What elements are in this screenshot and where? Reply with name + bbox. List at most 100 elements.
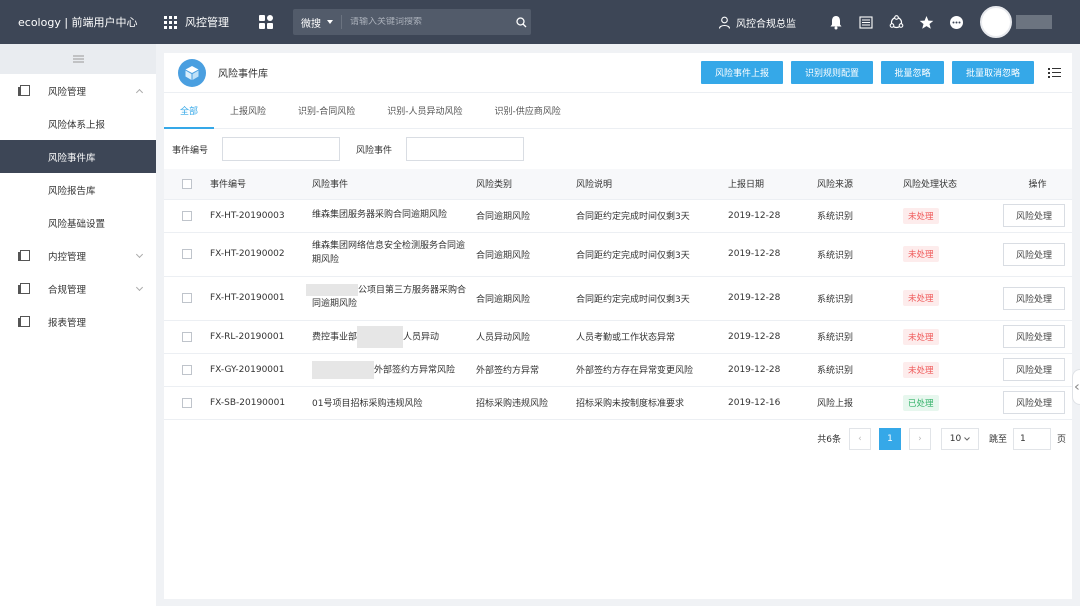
risk-event-table: 事件编号 风险事件 风险类别 风险说明 上报日期 风险来源 风险处理状态 操作 …: [164, 169, 1072, 420]
sidebar-item-risk-event-library[interactable]: 风险事件库: [0, 140, 156, 173]
event-source: 系统识别: [817, 232, 903, 277]
row-checkbox[interactable]: [182, 293, 192, 303]
event-no-label: 事件编号: [172, 145, 209, 156]
list-box-icon[interactable]: [858, 14, 874, 30]
page-size-select[interactable]: 10: [940, 427, 979, 450]
search-scope-label: 微搜: [301, 18, 321, 30]
handle-risk-button[interactable]: 风险处理: [1003, 286, 1065, 310]
event-category: 合同逾期风险: [476, 199, 576, 233]
event-date: 2019-12-28: [728, 276, 817, 321]
module-menu-button[interactable]: 风控管理: [164, 14, 229, 30]
sidebar-collapse-button[interactable]: [0, 44, 156, 74]
search-icon[interactable]: [511, 16, 531, 28]
column-header: 风险处理状态: [903, 169, 1003, 200]
event-date: 2019-12-28: [728, 232, 817, 277]
batch-unignore-button[interactable]: 批量取消忽略: [952, 61, 1034, 84]
rule-config-button[interactable]: 识别规则配置: [791, 61, 873, 84]
event-no-input[interactable]: [222, 137, 341, 161]
batch-ignore-button[interactable]: 批量忽略: [881, 61, 944, 84]
goto-page-input[interactable]: 1: [1012, 427, 1051, 450]
tab-contract-risk[interactable]: 识别-合同风险: [282, 92, 371, 128]
row-checkbox[interactable]: [182, 210, 192, 221]
sidebar-group-internal-control[interactable]: 内控管理: [0, 239, 156, 272]
main-panel: 风险事件库 风险事件上报 识别规则配置 批量忽略 批量取消忽略 全部 上报风险 …: [164, 53, 1072, 599]
page-title: 风险事件库: [218, 69, 268, 80]
event-name: 维森集团网络信息安全检测服务合同逾期风险: [312, 232, 476, 277]
sidebar-group-label: 风险管理: [48, 86, 87, 98]
event-no: FX-SB-20190001: [210, 386, 312, 420]
star-icon[interactable]: [918, 14, 934, 30]
goto-label: 跳至: [988, 435, 1007, 445]
list-menu-icon[interactable]: [1048, 66, 1062, 80]
handle-risk-button[interactable]: 风险处理: [1003, 358, 1065, 381]
chat-icon[interactable]: [948, 14, 964, 30]
handle-risk-button[interactable]: 风险处理: [1003, 242, 1065, 266]
event-desc: 外部签约方存在异常变更风险: [576, 353, 728, 387]
row-checkbox[interactable]: [182, 331, 192, 342]
event-source: 风险上报: [817, 386, 903, 420]
bell-icon[interactable]: [828, 14, 844, 30]
event-date: 2019-12-16: [728, 386, 817, 420]
event-name: 公项目第三方服务器采购合同逾期风险: [306, 276, 476, 321]
sidebar-item-risk-report-library[interactable]: 风险报告库: [0, 173, 156, 206]
table-row: FX-GY-20190001 外部签约方异常风险 外部签约方异常 外部签约方存在…: [164, 353, 1072, 387]
row-checkbox[interactable]: [182, 364, 192, 375]
table-row: FX-HT-20190003 维森集团服务器采购合同逾期风险 合同逾期风险 合同…: [164, 199, 1072, 233]
redacted-text: [306, 283, 358, 296]
handle-risk-button[interactable]: 风险处理: [1003, 391, 1065, 414]
handle-risk-button[interactable]: 风险处理: [1003, 325, 1065, 348]
table-row: FX-HT-20190002 维森集团网络信息安全检测服务合同逾期风险 合同逾期…: [164, 232, 1072, 277]
pagination: 共6条 ‹ 1 › 10 跳至 1 页: [164, 420, 1072, 458]
tab-reported-risk[interactable]: 上报风险: [214, 92, 282, 128]
event-desc: 人员考勤或工作状态异常: [576, 320, 728, 354]
document-icon: [18, 316, 30, 327]
event-category: 合同逾期风险: [476, 276, 576, 321]
event-name: 外部签约方异常风险: [312, 353, 476, 387]
status-badge: 未处理: [903, 328, 939, 345]
brand-title[interactable]: ecology | 前端用户中心: [0, 14, 156, 30]
avatar: [980, 6, 1012, 38]
event-no: FX-HT-20190002: [210, 232, 312, 277]
event-date: 2019-12-28: [728, 199, 817, 233]
cube-icon: [178, 58, 206, 87]
sidebar-group-compliance[interactable]: 合规管理: [0, 272, 156, 305]
event-category: 招标采购违规风险: [476, 386, 576, 420]
sidebar-item-risk-basic-settings[interactable]: 风险基础设置: [0, 206, 156, 239]
user-icon: [718, 16, 731, 29]
user-role-button[interactable]: 风控合规总监: [718, 15, 796, 30]
select-all-checkbox[interactable]: [182, 178, 192, 189]
report-risk-event-button[interactable]: 风险事件上报: [701, 61, 783, 84]
event-name: 费控事业部 人员异动: [312, 320, 476, 354]
document-icon: [18, 85, 30, 96]
user-menu[interactable]: [980, 6, 1052, 38]
search-scope-select[interactable]: 微搜: [293, 15, 342, 30]
search-box: 微搜: [293, 9, 531, 35]
tab-all[interactable]: 全部: [164, 92, 215, 129]
event-category: 人员异动风险: [476, 320, 576, 354]
tab-supplier-risk[interactable]: 识别-供应商风险: [479, 92, 577, 128]
sidebar-item-risk-system-report[interactable]: 风险体系上报: [0, 107, 156, 140]
prev-page-button[interactable]: ‹: [848, 427, 871, 450]
event-source: 系统识别: [817, 199, 903, 233]
event-source: 系统识别: [817, 353, 903, 387]
page-size-value: 10: [949, 433, 962, 444]
row-checkbox[interactable]: [182, 249, 192, 259]
search-input[interactable]: [342, 17, 511, 27]
sidebar-group-label: 内控管理: [48, 251, 87, 263]
next-page-button[interactable]: ›: [908, 427, 931, 450]
event-name-text: 外部签约方异常风险: [374, 365, 456, 375]
page-number-button[interactable]: 1: [878, 427, 901, 450]
tab-personnel-risk[interactable]: 识别-人员异动风险: [371, 92, 478, 128]
handle-risk-button[interactable]: 风险处理: [1003, 204, 1065, 227]
sidebar-group-reports[interactable]: 报表管理: [0, 305, 156, 338]
page-header: 风险事件库 风险事件上报 识别规则配置 批量忽略 批量取消忽略: [164, 53, 1072, 93]
sidebar-group-risk-management[interactable]: 风险管理: [0, 74, 156, 107]
column-header: 风险说明: [576, 169, 728, 200]
right-panel-toggle[interactable]: [1072, 369, 1080, 405]
risk-event-input[interactable]: [406, 137, 525, 161]
chevron-down-icon: [135, 250, 144, 258]
widgets-icon[interactable]: [259, 15, 273, 29]
chevron-left-icon: [1074, 384, 1079, 390]
row-checkbox[interactable]: [182, 397, 192, 408]
sync-icon[interactable]: [888, 14, 904, 30]
